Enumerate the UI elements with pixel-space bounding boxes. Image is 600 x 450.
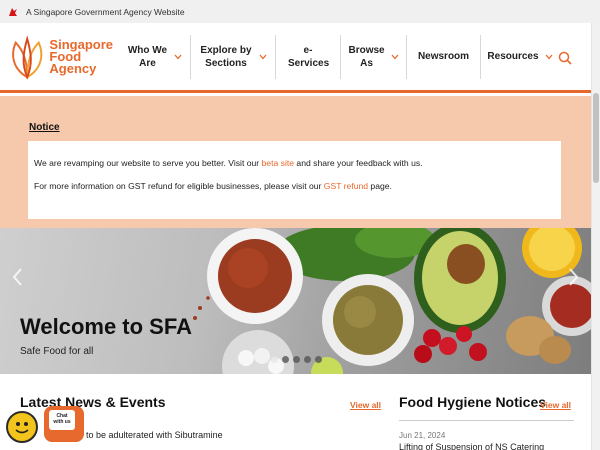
hero-carousel: Welcome to SFA Safe Food for all [0, 228, 591, 374]
chevron-down-icon [259, 54, 267, 59]
chat-label-line-2: with us [53, 419, 71, 425]
carousel-dots [271, 356, 326, 363]
chevron-down-icon [391, 54, 398, 59]
nav-label: Resources [487, 51, 539, 62]
notice-text: and share your feedback with us. [294, 158, 423, 168]
notice-text: For more information on GST refund for e… [34, 181, 324, 191]
site-header: Singapore Food Agency Who We Are Explore… [0, 23, 600, 93]
leaf-logo-icon [12, 34, 43, 80]
nav-resources[interactable]: Resources [481, 35, 559, 79]
chevron-down-icon [545, 54, 553, 59]
carousel-prev-icon[interactable] [10, 266, 26, 288]
carousel-dot-5[interactable] [315, 356, 322, 363]
sfa-logo[interactable]: Singapore Food Agency [8, 34, 113, 80]
nav-e-services[interactable]: e-Services [276, 34, 341, 79]
carousel-dot-2[interactable] [282, 356, 289, 363]
nav-label: Newsroom [417, 51, 470, 62]
hero-subtitle: Safe Food for all [20, 346, 94, 357]
search-icon[interactable] [558, 51, 572, 65]
masthead-text: A Singapore Government Agency Website [26, 6, 185, 17]
notice-banner: Notice We are revamping our website to s… [0, 96, 591, 228]
nav-label: e-Services [288, 44, 330, 69]
logo-line-3: Agency [49, 60, 97, 76]
notice-box: We are revamping our website to serve yo… [28, 141, 561, 219]
carousel-dot-1[interactable] [271, 356, 278, 363]
nav-label: Explore by Sections [200, 44, 252, 69]
nav-newsroom[interactable]: Newsroom [407, 34, 481, 79]
nav-who-we-are[interactable]: Who We Are [119, 34, 191, 79]
hygiene-view-all-link[interactable]: View all [540, 400, 571, 410]
smiley-icon [15, 422, 29, 434]
notice-line-1: We are revamping our website to serve yo… [34, 158, 555, 168]
page-scrollbar[interactable] [591, 23, 600, 450]
notice-text: page. [368, 181, 392, 191]
singapore-lion-icon [9, 7, 17, 16]
chatbot-avatar-icon[interactable] [6, 411, 38, 443]
news-view-all-link[interactable]: View all [350, 400, 381, 410]
chat-label: Chat with us [49, 410, 75, 430]
hygiene-divider [399, 420, 574, 421]
notice-line-2: For more information on GST refund for e… [34, 181, 555, 191]
logo-wordmark: Singapore Food Agency [49, 38, 113, 76]
hygiene-item-title[interactable]: Lifting of Suspension of NS Catering [399, 442, 544, 450]
food-hygiene-heading: Food Hygiene Notices [399, 394, 547, 410]
carousel-dot-3[interactable] [293, 356, 300, 363]
nav-label: Browse As [348, 44, 385, 69]
nav-explore-by-sections[interactable]: Explore by Sections [191, 34, 276, 79]
scrollbar-thumb[interactable] [593, 93, 599, 183]
chevron-down-icon [174, 54, 181, 59]
latest-news-heading: Latest News & Events [20, 394, 166, 410]
notice-title: Notice [29, 122, 60, 133]
hygiene-item-date: Jun 21, 2024 [399, 431, 446, 440]
main-nav: Who We Are Explore by Sections e-Service… [119, 23, 559, 90]
beta-site-link[interactable]: beta site [262, 158, 295, 168]
nav-label: Who We Are [127, 44, 168, 69]
chat-with-us-button[interactable]: Chat with us [44, 406, 84, 442]
notice-text: We are revamping our website to serve yo… [34, 158, 262, 168]
gov-masthead: A Singapore Government Agency Website [0, 0, 600, 23]
carousel-next-icon[interactable] [565, 266, 581, 288]
gst-refund-link[interactable]: GST refund [324, 181, 368, 191]
hero-title: Welcome to SFA [20, 314, 192, 339]
carousel-dot-4[interactable] [304, 356, 311, 363]
nav-browse-as[interactable]: Browse As [341, 34, 407, 79]
